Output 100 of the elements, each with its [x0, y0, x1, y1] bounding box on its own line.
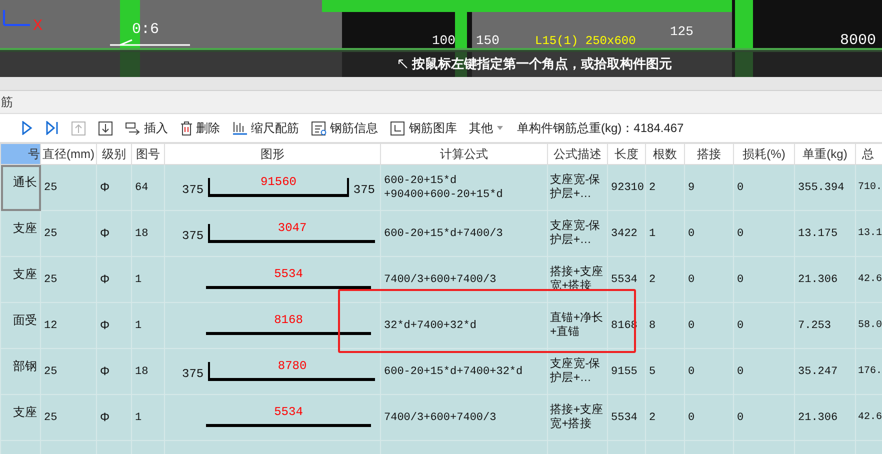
- beam-label: L15(1) 250x600: [535, 34, 636, 48]
- table-cell: 0: [734, 164, 794, 210]
- table-cell: 5: [646, 348, 684, 394]
- skip-to-end-icon: [45, 121, 59, 135]
- table-cell: 18: [132, 348, 164, 394]
- table-cell: 2: [646, 394, 684, 440]
- column-header[interactable]: 总: [856, 144, 882, 164]
- column-header[interactable]: 搭接: [684, 144, 734, 164]
- table-cell: 0: [734, 348, 794, 394]
- column-header[interactable]: 计算公式: [380, 144, 548, 164]
- table-cell: 直锚+净长+直锚: [548, 302, 608, 348]
- column-header[interactable]: 图号: [132, 144, 164, 164]
- table-cell: 7400/3+600+7400/3: [380, 256, 548, 302]
- column-header[interactable]: 图形: [164, 144, 380, 164]
- rebar-length: 5534: [274, 267, 303, 281]
- table-cell: 支座宽-保护层+…: [548, 348, 608, 394]
- table-cell: 25: [40, 164, 96, 210]
- table-cell: 5534: [608, 256, 646, 302]
- rebar-length: 8168: [274, 313, 303, 327]
- table-cell: 600-20+15*d+7400+32*d: [380, 348, 548, 394]
- table-cell: 25: [40, 348, 96, 394]
- table-cell: 21.306: [794, 394, 856, 440]
- table-cell: 1: [132, 302, 164, 348]
- table-cell: 0: [734, 210, 794, 256]
- table-cell: 25: [40, 210, 96, 256]
- move-down-icon: [98, 120, 113, 136]
- table-cell: 0: [684, 256, 734, 302]
- column-header[interactable]: 损耗(%): [734, 144, 794, 164]
- table-cell: 1: [132, 394, 164, 440]
- table-cell: Φ: [96, 256, 132, 302]
- toolbar-button[interactable]: 钢筋信息: [308, 118, 381, 138]
- column-header[interactable]: 长度: [608, 144, 646, 164]
- move-up-icon: [71, 120, 86, 136]
- table-cell: 5534: [608, 394, 646, 440]
- table-cell: 0: [684, 348, 734, 394]
- axis-label: X: [33, 17, 43, 35]
- table-cell[interactable]: 支座: [0, 210, 40, 256]
- shape-library-icon: [390, 120, 406, 136]
- dimension-label: 150: [476, 33, 500, 48]
- rebar-length: 91560: [260, 175, 296, 189]
- table-cell[interactable]: 支座: [0, 394, 40, 440]
- table-cell: 0: [734, 256, 794, 302]
- table-cell: 2: [646, 164, 684, 210]
- table-cell: 355.394: [794, 164, 856, 210]
- table-cell[interactable]: 部钢: [0, 348, 40, 394]
- hook-length: 375: [182, 229, 204, 243]
- table-cell: 32*d+7400+32*d: [380, 302, 548, 348]
- cursor-icon: [398, 58, 408, 68]
- total-weight: 单构件钢筋总重(kg)：4184.467: [517, 120, 684, 136]
- table-cell: 1: [132, 256, 164, 302]
- table-cell: 7400/3+600+7400/3: [380, 394, 548, 440]
- column-header[interactable]: 号: [0, 144, 40, 164]
- hint-text: 按鼠标左键指定第一个角点，或拾取构件图元: [412, 54, 672, 72]
- dimension-label: 8000: [840, 32, 876, 49]
- table-cell: 12: [40, 302, 96, 348]
- panel-title: 筋: [1, 94, 13, 110]
- table-cell: 0: [734, 394, 794, 440]
- list-icon: [311, 120, 327, 136]
- table-cell: 搭接+支座宽+搭接: [548, 394, 608, 440]
- column-header[interactable]: 公式描述: [548, 144, 608, 164]
- toolbar-button[interactable]: 删除: [177, 118, 223, 138]
- table-cell: 600-20+15*d +90400+600-20+15*d: [380, 164, 548, 210]
- toolbar-button[interactable]: 缩尺配筋: [229, 118, 302, 138]
- dimension-label: 125: [670, 24, 694, 39]
- table-cell[interactable]: 面受: [0, 302, 40, 348]
- table-cell: 21.306: [794, 256, 856, 302]
- table-cell: 8: [646, 302, 684, 348]
- hook-length: 375: [353, 183, 375, 197]
- toolbar-button[interactable]: 插入: [122, 118, 171, 138]
- rebar-length: 5534: [274, 405, 303, 419]
- table-cell: 0: [734, 302, 794, 348]
- caret-icon: [496, 125, 504, 131]
- table-cell: 9155: [608, 348, 646, 394]
- table-cell: 600-20+15*d+7400/3: [380, 210, 548, 256]
- table-cell: 支座宽-保护层+…: [548, 210, 608, 256]
- table-cell: 25: [40, 256, 96, 302]
- column-header[interactable]: 级别: [96, 144, 132, 164]
- table-cell: Φ: [96, 302, 132, 348]
- column-header[interactable]: 根数: [646, 144, 684, 164]
- dimension-label: 100: [432, 33, 456, 48]
- table-cell: 0: [684, 210, 734, 256]
- table-cell: 2: [646, 256, 684, 302]
- column-header[interactable]: 直径(mm): [40, 144, 96, 164]
- table-cell[interactable]: 支座: [0, 256, 40, 302]
- table-cell: 1: [646, 210, 684, 256]
- table-cell: 25: [40, 394, 96, 440]
- column-header[interactable]: 单重(kg): [794, 144, 856, 164]
- toolbar-button[interactable]: 钢筋图库: [387, 118, 460, 138]
- rebar-length: 8780: [278, 359, 307, 373]
- table-cell: 3422: [608, 210, 646, 256]
- ruler-icon: [232, 120, 248, 136]
- trash-icon: [180, 120, 193, 136]
- table-cell: 64: [132, 164, 164, 210]
- play-icon: [21, 121, 33, 135]
- table-cell[interactable]: 通长: [0, 164, 40, 210]
- table-cell: 35.247: [794, 348, 856, 394]
- dropdown-button[interactable]: 其他: [466, 118, 507, 138]
- table-cell: Φ: [96, 394, 132, 440]
- table-cell: 7.253: [794, 302, 856, 348]
- table-cell: Φ: [96, 210, 132, 256]
